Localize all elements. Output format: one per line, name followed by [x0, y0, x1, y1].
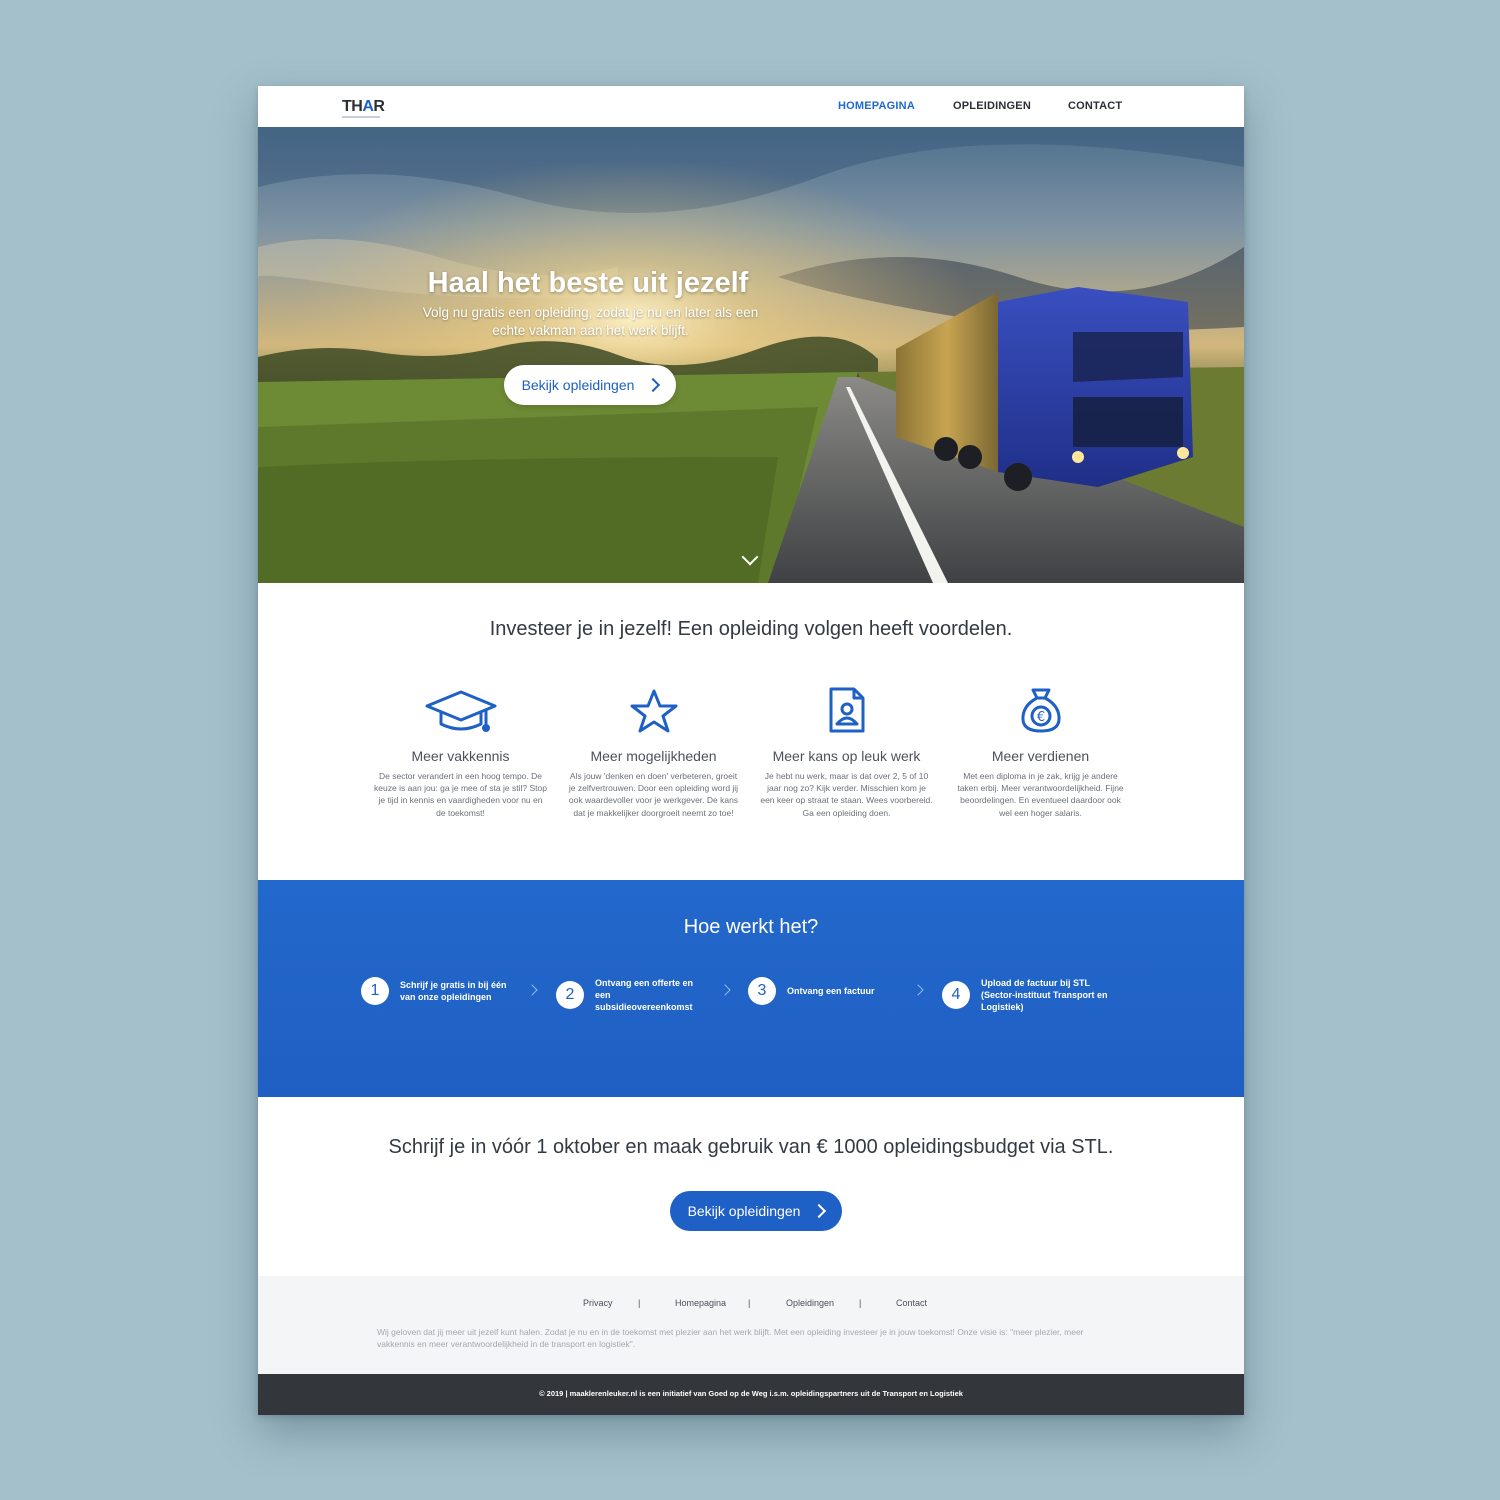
how-heading: Hoe werkt het? [683, 916, 819, 938]
step-number: 3 [748, 977, 776, 1005]
step-text: Upload de factuur bij STL (Sector-instit… [981, 978, 1108, 1012]
footer-link-opleidingen[interactable]: Opleidingen [786, 1298, 834, 1308]
euro-money-bag-icon: € [953, 684, 1128, 734]
nav-homepagina[interactable]: HOMEPAGINA [838, 100, 915, 112]
benefits-heading: Investeer je in jezelf! Een opleiding vo… [489, 618, 1013, 640]
footer-link-homepagina[interactable]: Homepagina [675, 1298, 726, 1308]
hero-subtitle: Volg nu gratis een opleiding, zodat je n… [422, 305, 759, 338]
logo-wordmark: THAR [342, 98, 385, 115]
copyright-text: © 2019 | maaklerenleuker.nl is een initi… [539, 1389, 963, 1398]
hero-title: Haal het beste uit jezelf [427, 267, 749, 299]
footer-separator: | [638, 1298, 641, 1308]
step-item: 2 Ontvang een offerte en een subsidieove… [556, 977, 705, 1013]
benefit-text: Je hebt nu werk, maar is dat over 2, 5 o… [760, 771, 933, 818]
chevron-right-icon [646, 377, 661, 393]
step-number: 4 [942, 981, 970, 1009]
cta-button[interactable]: Bekijk opleidingen [670, 1191, 842, 1231]
benefit-title: Meer kans op leuk werk [772, 748, 921, 764]
star-icon [566, 684, 741, 734]
cta-heading: Schrijf je in vóór 1 oktober en maak geb… [388, 1136, 1114, 1158]
hero-section: Haal het beste uit jezelf Volg nu gratis… [258, 127, 1244, 583]
svg-text:€: € [1036, 710, 1044, 725]
hero-background-image [258, 127, 1244, 583]
id-document-icon [759, 684, 934, 734]
step-item: 3 Ontvang een factuur [748, 977, 897, 1005]
benefit-card: Meer kans op leuk werk Je hebt nu werk, … [759, 684, 934, 819]
site-footer: Privacy | Homepagina | Opleidingen | Con… [258, 1276, 1244, 1374]
benefit-text: Als jouw 'denken en doen' verbeteren, gr… [568, 771, 739, 818]
step-text: Schrijf je gratis in bij één van onze op… [400, 980, 507, 1002]
benefit-title: Meer mogelijkheden [590, 748, 717, 764]
benefit-card: Meer vakkennis De sector verandert in ee… [373, 684, 548, 819]
chevron-right-icon [526, 984, 538, 996]
step-item: 1 Schrijf je gratis in bij één van onze … [361, 977, 510, 1005]
footer-separator: | [859, 1298, 862, 1308]
chevron-right-icon [812, 1203, 827, 1219]
benefit-text: Met een diploma in je zak, krijg je ande… [957, 771, 1124, 818]
footer-link-privacy[interactable]: Privacy [583, 1298, 613, 1308]
cta-button-label: Bekijk opleidingen [687, 1203, 801, 1219]
hero-cta-label: Bekijk opleidingen [521, 377, 635, 393]
footer-link-contact[interactable]: Contact [896, 1298, 927, 1308]
hero-cta-button[interactable]: Bekijk opleidingen [504, 365, 676, 405]
how-it-works-section: Hoe werkt het? 1 Schrijf je gratis in bi… [258, 880, 1244, 1097]
benefit-text: De sector verandert in een hoog tempo. D… [374, 771, 547, 818]
footer-description: Wij geloven dat jij meer uit jezelf kunt… [377, 1327, 1084, 1349]
nav-contact[interactable]: CONTACT [1068, 100, 1122, 112]
benefit-title: Meer vakkennis [411, 748, 510, 764]
step-number: 2 [556, 981, 584, 1009]
step-text: Ontvang een offerte en een subsidieovere… [595, 978, 694, 1012]
graduation-cap-icon [373, 684, 548, 734]
site-logo[interactable]: THAR [342, 98, 385, 118]
step-number: 1 [361, 977, 389, 1005]
chevron-right-icon [912, 984, 924, 996]
nav-opleidingen[interactable]: OPLEIDINGEN [953, 100, 1031, 112]
step-item: 4 Upload de factuur bij STL (Sector-inst… [942, 977, 1121, 1013]
copyright-bar: © 2019 | maaklerenleuker.nl is een initi… [258, 1374, 1244, 1415]
site-header: THAR HOMEPAGINA OPLEIDINGEN CONTACT [258, 86, 1244, 127]
step-text: Ontvang een factuur [787, 986, 875, 996]
benefit-card: Meer mogelijkheden Als jouw 'denken en d… [566, 684, 741, 819]
benefit-title: Meer verdienen [991, 748, 1090, 764]
benefit-card: € Meer verdienen Met een diploma in je z… [953, 684, 1128, 819]
logo-tagline-rule [342, 116, 380, 118]
footer-separator: | [748, 1298, 751, 1308]
website-mockup: THAR HOMEPAGINA OPLEIDINGEN CONTACT Haal… [258, 86, 1244, 1415]
chevron-right-icon [719, 984, 731, 996]
